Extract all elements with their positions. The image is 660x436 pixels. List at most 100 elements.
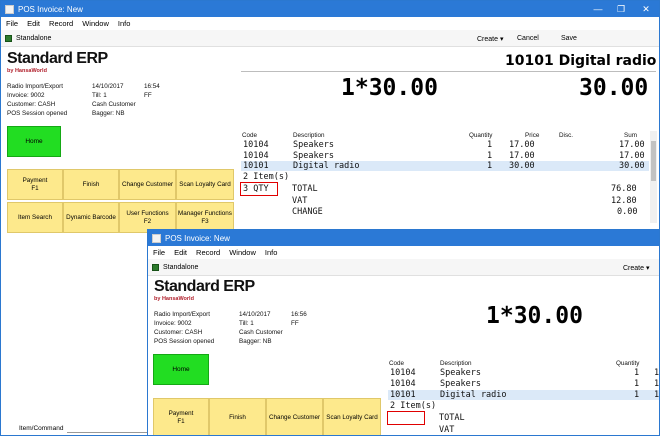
create-button[interactable]: Create ▾ [623, 264, 649, 272]
bagger: Bagger: NB [92, 110, 125, 117]
menu-edit[interactable]: Edit [174, 248, 187, 257]
scan-loyalty-card-button[interactable]: Scan Loyalty Card [323, 398, 381, 435]
invoice-number: Invoice: 9002 [7, 92, 45, 99]
customer-code: Customer: CASH [154, 329, 203, 336]
invoice-time: 16:54 [144, 83, 160, 90]
menu-window[interactable]: Window [229, 248, 256, 257]
display-divider [241, 71, 656, 72]
title-bar[interactable]: POS Invoice: New — ❐ ✕ [1, 1, 659, 17]
menu-info[interactable]: Info [118, 19, 131, 28]
change-customer-button[interactable]: Change Customer [119, 169, 176, 200]
context-label: Standalone [16, 35, 52, 42]
info-panel: Radio Import/Export 14/10/2017 16:56 Inv… [154, 311, 324, 351]
logo-subtitle: by HansaWorld [7, 68, 47, 74]
scrollbar-thumb[interactable] [651, 141, 656, 181]
toolbar: Standalone Create ▾ Cancel Save [1, 30, 659, 47]
total-row: TOTAL 76.80 [292, 184, 637, 194]
menu-record[interactable]: Record [196, 248, 220, 257]
total-row: TOTAL [439, 413, 465, 423]
menu-bar: File Edit Record Window Info [1, 17, 659, 30]
table-row[interactable]: 10104 Speakers 1 1 [388, 368, 659, 378]
logo-text: Standard ERP [154, 278, 255, 295]
menu-edit[interactable]: Edit [27, 19, 40, 28]
table-row[interactable]: 10104 Speakers 1 17.00 17.00 [241, 151, 649, 161]
save-button[interactable]: Save [561, 35, 577, 42]
table-row[interactable]: 10104 Speakers 1 1 [388, 379, 659, 389]
customer-name: Cash Customer [239, 329, 283, 336]
session-status: POS Session opened [7, 110, 68, 117]
logo-subtitle: by HansaWorld [154, 296, 194, 302]
table-row-selected[interactable]: 10101 Digital radio 1 30.00 30.00 [241, 161, 649, 171]
info-panel: Radio Import/Export 14/10/2017 16:54 Inv… [7, 83, 177, 123]
col-code: Code [242, 132, 258, 139]
menu-window[interactable]: Window [82, 19, 109, 28]
menu-record[interactable]: Record [49, 19, 73, 28]
finish-button[interactable]: Finish [63, 169, 119, 200]
invoice-time: 16:56 [291, 311, 307, 318]
company-name: Radio Import/Export [7, 83, 63, 90]
till-number: Till: 1 [92, 92, 107, 99]
col-sum: Sum [624, 132, 637, 139]
item-command-field-line [67, 432, 147, 433]
payment-button[interactable]: Payment F1 [153, 398, 209, 435]
col-quantity: Quantity [616, 360, 640, 367]
col-description: Description [293, 132, 325, 139]
toolbar: Standalone Create ▾ [148, 259, 659, 276]
till-code: FF [291, 320, 299, 327]
qty-price-display: 1*30.00 [341, 75, 438, 101]
change-row: CHANGE 0.00 [292, 207, 638, 217]
menu-info[interactable]: Info [265, 248, 278, 257]
table-row-selected[interactable]: 10101 Digital radio 1 1 [388, 390, 659, 400]
invoice-date: 14/10/2017 [239, 311, 271, 318]
window-title: POS Invoice: New [18, 4, 83, 14]
title-bar[interactable]: POS Invoice: New [148, 230, 659, 246]
grid-scrollbar[interactable] [650, 131, 657, 223]
app-icon [152, 233, 161, 243]
standalone-icon [5, 35, 12, 42]
context-indicator: Standalone [5, 35, 51, 42]
home-button[interactable]: Home [153, 354, 209, 385]
logo-text: Standard ERP [7, 50, 108, 67]
dynamic-barcode-button[interactable]: Dynamic Barcode [63, 202, 119, 233]
till-code: FF [144, 92, 152, 99]
menu-file[interactable]: File [6, 19, 18, 28]
col-price: Price [525, 132, 540, 139]
invoice-number: Invoice: 9002 [154, 320, 192, 327]
invoice-date: 14/10/2017 [92, 83, 124, 90]
standalone-icon [152, 264, 159, 271]
window-title: POS Invoice: New [165, 233, 230, 243]
cancel-button[interactable]: Cancel [517, 35, 539, 42]
app-icon [5, 4, 14, 14]
maximize-icon[interactable]: ❐ [608, 1, 634, 17]
finish-button[interactable]: Finish [209, 398, 266, 435]
session-status: POS Session opened [154, 338, 215, 345]
qty-price-display: 1*30.00 [486, 303, 583, 329]
home-button[interactable]: Home [7, 126, 61, 157]
table-row[interactable]: 10104 Speakers 1 17.00 17.00 [241, 140, 649, 150]
customer-code: Customer: CASH [7, 101, 56, 108]
chevron-down-icon: ▾ [499, 36, 504, 43]
close-icon[interactable]: ✕ [633, 1, 659, 17]
context-indicator: Standalone [152, 264, 198, 271]
vat-row: VAT [439, 425, 455, 435]
menu-bar: File Edit Record Window Info [148, 246, 659, 259]
chevron-down-icon: ▾ [645, 265, 650, 272]
menu-file[interactable]: File [153, 248, 165, 257]
item-command-label: Item/Command [19, 425, 64, 432]
pos-window-front: POS Invoice: New File Edit Record Window… [147, 229, 660, 436]
col-description: Description [440, 360, 472, 367]
items-count: 2 Item(s) [390, 401, 437, 411]
company-name: Radio Import/Export [154, 311, 210, 318]
create-button[interactable]: Create ▾ [477, 35, 503, 43]
scan-loyalty-card-button[interactable]: Scan Loyalty Card [176, 169, 234, 200]
col-quantity: Quantity [469, 132, 493, 139]
item-search-button[interactable]: Item Search [7, 202, 63, 233]
amount-display: 30.00 [579, 75, 649, 101]
customer-name: Cash Customer [92, 101, 136, 108]
current-item-title: 10101 Digital radio [505, 53, 657, 69]
bagger: Bagger: NB [239, 338, 272, 345]
context-label: Standalone [163, 264, 199, 271]
payment-button[interactable]: Payment F1 [7, 169, 63, 200]
change-customer-button[interactable]: Change Customer [266, 398, 323, 435]
grid-header: Code Description Quantity [388, 359, 659, 368]
